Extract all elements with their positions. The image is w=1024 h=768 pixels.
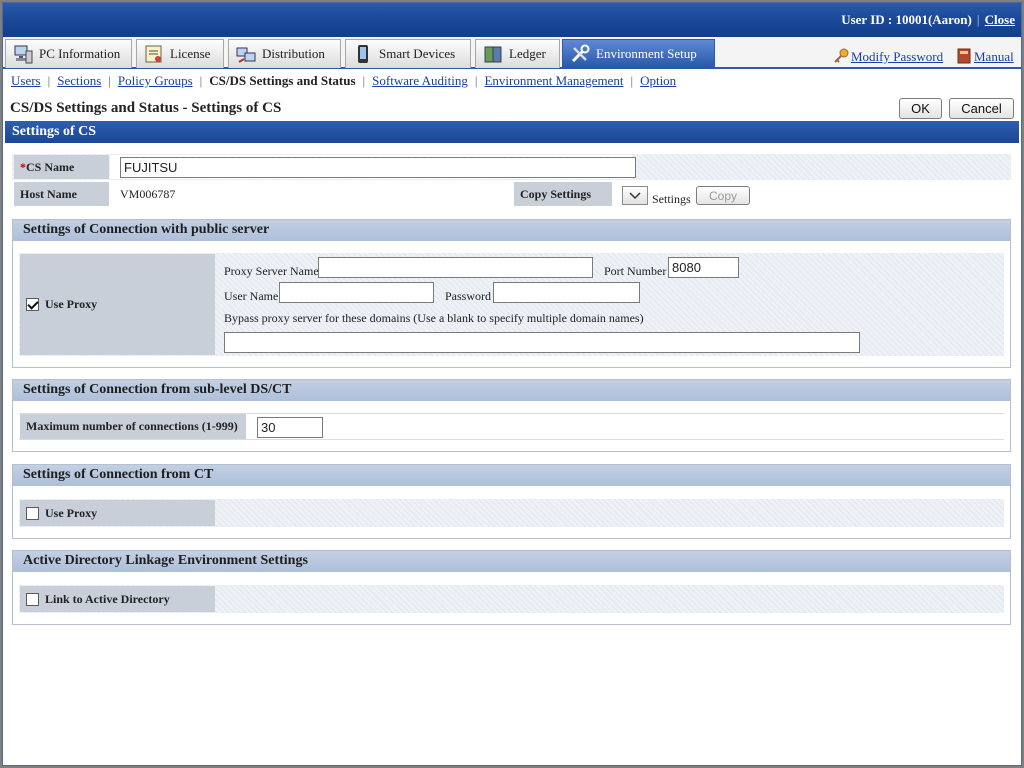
use-proxy-label[interactable]: Use Proxy (20, 254, 215, 355)
distribution-icon (235, 43, 257, 65)
cs-name-label: * CS Name (14, 155, 109, 179)
pc-icon (12, 43, 34, 65)
ct-use-proxy-checkbox[interactable] (26, 506, 39, 520)
copy-button[interactable]: Copy (696, 186, 750, 205)
sub-navigation: Users | Sections | Policy Groups | CS/DS Setti… (11, 73, 676, 89)
manual-link[interactable]: Manual (956, 48, 1014, 65)
proxy-server-label: Proxy Server Name (224, 264, 319, 278)
modify-password-link[interactable]: Modify Password (833, 48, 943, 65)
subnav-environment-management[interactable]: Environment Management (484, 73, 623, 88)
public-server-section: Settings of Connection with public serve… (12, 219, 1011, 368)
manual-label: Manual (974, 49, 1014, 64)
tab-ledger[interactable]: Ledger (475, 39, 560, 68)
divider: | (47, 73, 51, 88)
tab-license[interactable]: License (136, 39, 224, 68)
book-icon (956, 48, 972, 64)
divider: | (108, 73, 111, 88)
main-window: User ID : 10001(Aaron) | Close PC Informat… (2, 2, 1022, 766)
tab-label: Environment Setup (596, 46, 697, 61)
tab-smart-devices[interactable]: Smart Devices (345, 39, 471, 68)
password-input[interactable] (493, 282, 640, 303)
user-id-label: User ID : 10001(Aaron) (841, 12, 972, 27)
subnav-option[interactable]: Option (640, 73, 676, 88)
active-directory-link-text: Link to Active Directory (45, 591, 170, 606)
tab-label: Distribution (262, 46, 325, 61)
tab-distribution[interactable]: Distribution (228, 39, 341, 68)
bypass-label: Bypass proxy server for these domains (U… (224, 311, 644, 325)
port-number-label: Port Number (604, 264, 667, 278)
tab-label: Ledger (509, 46, 546, 61)
active-directory-header: Active Directory Linkage Environment Set… (13, 551, 1010, 572)
active-directory-link-label[interactable]: Link to Active Directory (20, 586, 215, 612)
subnav-policy-groups[interactable]: Policy Groups (118, 73, 193, 88)
cs-name-input[interactable]: FUJITSU (120, 157, 636, 178)
ok-button[interactable]: OK (899, 98, 942, 119)
tab-label: PC Information (39, 46, 121, 61)
user-name-label: User Name (224, 289, 279, 303)
user-info: User ID : 10001(Aaron) | Close (841, 12, 1015, 28)
tab-label: License (170, 46, 211, 61)
key-icon (833, 48, 849, 64)
host-name-value: VM006787 (120, 186, 176, 201)
subnav-sections[interactable]: Sections (57, 73, 101, 88)
close-link[interactable]: Close (985, 12, 1015, 27)
chevron-down-icon (629, 191, 641, 199)
public-server-header: Settings of Connection with public serve… (13, 220, 1010, 241)
modify-password-label: Modify Password (851, 49, 944, 64)
cancel-button[interactable]: Cancel (949, 98, 1014, 119)
sublevel-section: Settings of Connection from sub-level DS… (12, 379, 1011, 452)
user-name-input[interactable] (279, 282, 434, 303)
active-directory-checkbox[interactable] (26, 592, 39, 606)
ct-section: Settings of Connection from CT Use Proxy (12, 464, 1011, 539)
divider: | (976, 12, 980, 27)
page-title: CS/DS Settings and Status - Settings of … (10, 100, 282, 116)
sublevel-header: Settings of Connection from sub-level DS… (13, 380, 1010, 401)
tab-pc-information[interactable]: PC Information (5, 39, 132, 68)
divider: | (199, 73, 203, 88)
divider: | (630, 73, 634, 88)
smart-device-icon (352, 43, 374, 65)
copy-settings-dropdown[interactable] (622, 186, 648, 205)
ct-use-proxy-label-text: Use Proxy (45, 505, 98, 520)
tools-icon (569, 43, 591, 65)
copy-settings-label: Copy Settings (514, 182, 612, 206)
use-proxy-checkbox[interactable] (26, 298, 39, 311)
divider: | (362, 73, 366, 88)
subnav-users[interactable]: Users (11, 73, 41, 88)
divider: | (474, 73, 478, 88)
ledger-icon (482, 43, 504, 65)
cs-name-label-text: CS Name (26, 159, 75, 174)
active-directory-section: Active Directory Linkage Environment Set… (12, 550, 1011, 625)
use-proxy-label-text: Use Proxy (45, 297, 98, 311)
proxy-server-input[interactable] (318, 257, 593, 278)
tab-environment-setup[interactable]: Environment Setup (562, 39, 715, 68)
max-connections-label: Maximum number of connections (1-999) (20, 414, 246, 439)
ct-use-proxy-label[interactable]: Use Proxy (20, 500, 215, 526)
password-label: Password (445, 289, 492, 303)
top-bar: User ID : 10001(Aaron) | Close (3, 3, 1021, 37)
subnav-current: CS/DS Settings and Status (209, 73, 356, 88)
copy-settings-suffix: Settings (652, 192, 691, 206)
ct-header: Settings of Connection from CT (13, 465, 1010, 486)
license-icon (143, 43, 165, 65)
port-number-input[interactable]: 8080 (668, 257, 739, 278)
max-connections-input[interactable]: 30 (257, 417, 323, 438)
settings-header: Settings of CS (5, 121, 1019, 143)
subnav-software-auditing[interactable]: Software Auditing (372, 73, 468, 88)
bypass-input[interactable] (224, 332, 860, 353)
tab-bar: PC Information License Distribution Smar… (3, 37, 1021, 69)
tab-label: Smart Devices (379, 46, 456, 61)
host-name-label: Host Name (14, 182, 109, 206)
cs-info-panel: * CS Name FUJITSU Host Name VM006787 Copy… (12, 151, 1011, 207)
